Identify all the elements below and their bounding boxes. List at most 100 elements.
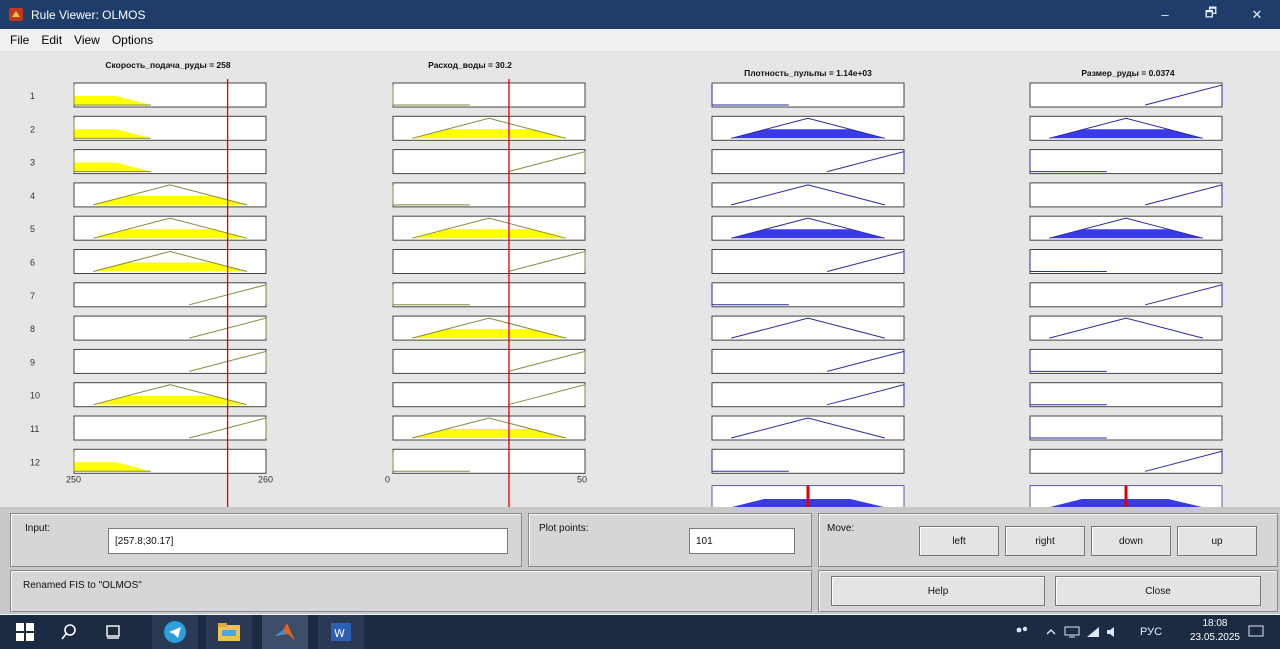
mf-box [73,315,267,341]
rule-plot-area: 1 2 3 4 5 6 7 8 9 10 11 12 Скорость_подача_руды = 25… [0,51,1280,507]
mf-box [392,182,586,208]
mf-box [392,82,586,108]
move-down-button[interactable]: down [1091,526,1171,556]
mf-box [711,249,905,274]
mf-box [711,348,905,374]
column-header: Скорость_подача_руды = 258 [105,60,230,70]
telegram-icon[interactable] [152,615,198,649]
mf-box [711,182,905,208]
search-icon[interactable] [52,615,86,649]
mf-box [392,348,586,374]
maximize-button[interactable]: 🗗 [1188,0,1234,29]
move-right-button[interactable]: right [1005,526,1085,556]
menu-view[interactable]: View [68,33,106,47]
mf-box [1029,348,1223,374]
mf-box [73,282,267,308]
mf-box [1029,82,1223,108]
mf-box [711,382,905,408]
actions-frame: Help Close [818,570,1278,612]
column-header: Расход_воды = 30.2 [428,60,512,70]
language-indicator[interactable]: РУС [1140,615,1162,649]
status-message: Renamed FIS to "OLMOS" [23,580,142,591]
window-title: Rule Viewer: OLMOS [31,7,146,22]
mf-box [1029,315,1223,341]
file-explorer-icon[interactable] [206,615,252,649]
mf-box [1029,448,1223,474]
axis-min-label: 0 [385,475,390,485]
mf-box [1029,249,1223,274]
mf-box [711,82,905,108]
control-panel: Input: [257.8;30.17] Plot points: 101 Mo… [0,507,1280,614]
menu-edit[interactable]: Edit [35,33,68,47]
title-bar: Rule Viewer: OLMOS – 🗗 ✕ [0,0,1280,29]
clock[interactable]: 18:08 23.05.2025 [1190,617,1240,645]
mf-box [73,415,267,441]
mf-box [711,448,905,474]
plot-points-field[interactable]: 101 [689,528,795,554]
menu-options[interactable]: Options [106,33,159,47]
move-frame: Move: left right down up [818,513,1278,567]
notifications-icon[interactable] [1248,615,1264,649]
people-icon[interactable] [1014,615,1030,649]
plot-points-label: Plot points: [539,523,589,534]
mf-box [1029,415,1223,441]
rule-number: 3 [30,158,35,168]
windows-start-icon[interactable] [8,615,42,649]
close-button[interactable]: Close [1055,576,1261,606]
input-field[interactable]: [257.8;30.17] [108,528,508,554]
status-frame: Renamed FIS to "OLMOS" [10,570,812,612]
column-header: Плотность_пульпы = 1.14e+03 [744,68,872,78]
mf-box [1029,282,1223,308]
mf-box [1029,182,1223,208]
rule-number: 1 [30,91,35,101]
rules-canvas[interactable]: 123456789101112Скорость_подача_руды = 25… [0,51,1280,507]
axis-min-label: 250 [66,475,81,485]
word-icon[interactable]: W [318,615,364,649]
rule-number: 4 [30,191,35,201]
show-hidden-icons-icon[interactable] [1046,615,1056,649]
mf-box [392,149,586,175]
rule-number: 10 [30,391,40,401]
rule-number: 7 [30,291,35,301]
mf-box [392,282,586,308]
volume-icon[interactable] [1106,615,1122,649]
move-left-button[interactable]: left [919,526,999,556]
taskbar: W РУС 18:08 23.05.2025 [0,615,1280,649]
mf-box [711,282,905,308]
matlab-app-icon [9,8,23,21]
close-window-button[interactable]: ✕ [1234,0,1280,29]
mf-box [392,448,586,474]
axis-max-label: 50 [577,475,587,485]
axis-max-label: 260 [258,475,273,485]
svg-text:W: W [334,627,345,640]
move-label: Move: [827,523,855,534]
clock-date: 23.05.2025 [1189,632,1240,643]
mf-box [711,415,905,441]
mf-box [392,382,586,408]
help-button[interactable]: Help [831,576,1045,606]
mf-box [392,249,586,274]
move-up-button[interactable]: up [1177,526,1257,556]
rule-number: 9 [30,357,35,367]
input-frame: Input: [257.8;30.17] [10,513,522,567]
matlab-icon[interactable] [262,615,308,649]
column-header: Размер_руды = 0.0374 [1081,68,1175,78]
mf-box [73,348,267,374]
minimize-button[interactable]: – [1142,0,1188,29]
menu-file[interactable]: File [0,33,35,47]
mf-box [1029,149,1223,175]
clock-time: 18:08 [1202,618,1228,629]
rule-number: 8 [30,324,35,334]
rule-number: 11 [30,424,39,434]
menu-bar: File Edit View Options [0,29,1280,51]
network-icon[interactable] [1064,615,1080,649]
rule-number: 2 [30,124,35,134]
task-view-icon[interactable] [96,615,130,649]
mf-box [1029,382,1223,408]
rule-number: 12 [30,457,40,467]
input-label: Input: [25,523,51,534]
rule-number: 6 [30,258,35,268]
rule-number: 5 [30,224,35,234]
battery-icon[interactable] [1086,615,1100,649]
mf-box [711,149,905,175]
